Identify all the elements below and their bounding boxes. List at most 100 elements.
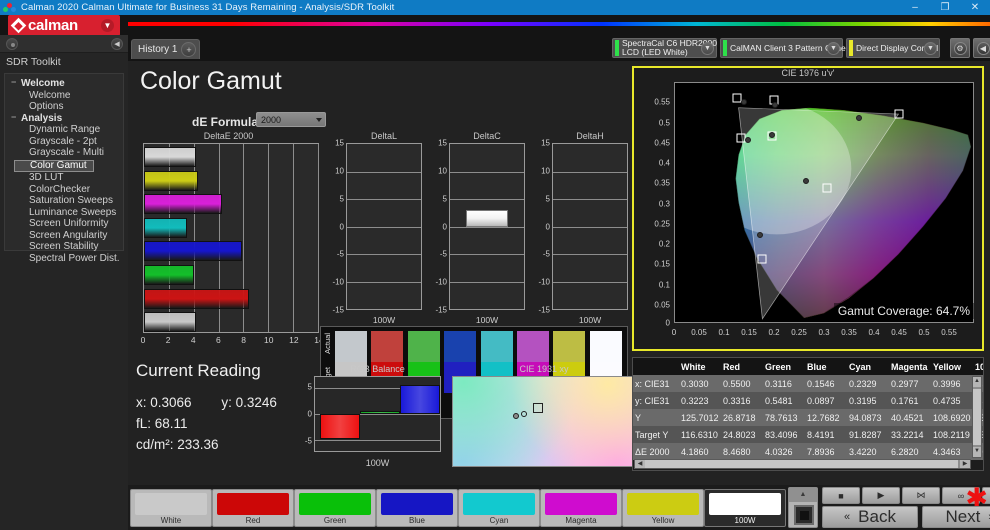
- back-button[interactable]: « Back: [822, 506, 918, 528]
- x-tick-label: 0.25: [791, 328, 807, 337]
- chevron-down-icon[interactable]: ▼: [701, 42, 714, 55]
- color-patch-yellow[interactable]: Yellow: [622, 489, 704, 527]
- sidebar-item-grayscale-2pt[interactable]: Grayscale - 2pt: [5, 136, 123, 148]
- next-button[interactable]: Next »: [922, 506, 990, 528]
- close-button[interactable]: ✕: [960, 0, 990, 15]
- color-patch-green[interactable]: Green: [294, 489, 376, 527]
- table-cell: 83.4096: [765, 429, 798, 440]
- sidebar-item-dynamic-range[interactable]: Dynamic Range: [5, 124, 123, 136]
- rgb-balance-x-label: 100W: [365, 458, 390, 468]
- sidebar-item-options[interactable]: Options: [5, 101, 123, 113]
- x-tick-label: 0.45: [891, 328, 907, 337]
- maximize-button[interactable]: ❐: [930, 0, 960, 15]
- gridline: [315, 440, 440, 442]
- nav-back-button[interactable]: ◀: [973, 38, 990, 58]
- settings-button[interactable]: ⚙: [950, 38, 970, 58]
- table-column-header: Green: [763, 358, 805, 375]
- cie-1931-plot[interactable]: [452, 376, 636, 467]
- table-horizontal-scrollbar[interactable]: ◀ ▶: [634, 459, 971, 469]
- chevron-down-icon[interactable]: ▼: [827, 42, 840, 55]
- table-cell: 8.4191: [807, 429, 835, 440]
- y-tick-label: -10: [332, 277, 344, 287]
- meter-selector-button[interactable]: SpectraCal C6 HDR2000 LCD (LED White) ▼: [612, 38, 717, 58]
- rgb-balance-plot: [314, 376, 441, 452]
- scroll-up-icon[interactable]: ▲: [973, 377, 981, 387]
- y-tick-label: 5: [307, 382, 312, 392]
- color-patch-cyan[interactable]: Cyan: [458, 489, 540, 527]
- patch-swatch: [463, 493, 535, 515]
- sidebar-item-color-gamut[interactable]: Color Gamut: [14, 159, 94, 172]
- generator-selector-button[interactable]: CalMAN Client 3 Pattern Generator ▼: [720, 38, 863, 58]
- sidebar-item-screen-stability[interactable]: Screen Stability: [5, 241, 123, 253]
- de-formula-select[interactable]: 2000: [256, 112, 326, 127]
- y-tick-label: 0.35: [654, 178, 670, 188]
- sidebar-item-welcome[interactable]: Welcome: [5, 90, 123, 102]
- sidebar-group-analysis[interactable]: Analysis: [5, 112, 123, 125]
- add-tab-icon[interactable]: +: [181, 42, 197, 57]
- table-cell: 0.3316: [723, 395, 751, 406]
- y-tick-label: -5: [304, 436, 312, 446]
- table-row[interactable]: Target Y 116.6310 24.8023 83.4096 8.4191 91.8…: [633, 426, 983, 443]
- y-tick-label: 0.25: [654, 219, 670, 229]
- cie-chromaticity-diagram: [735, 107, 972, 320]
- display-control-selector-button[interactable]: Direct Display Control ▼: [846, 38, 940, 58]
- table-cell: 6.2820: [891, 446, 919, 457]
- y-tick-label: -15: [435, 305, 447, 315]
- minimize-button[interactable]: –: [900, 0, 930, 15]
- current-reading-y: y: 0.3246: [221, 395, 277, 410]
- sidebar-collapse-icon[interactable]: ◀: [111, 38, 123, 50]
- x-tick-label: 6: [216, 335, 221, 345]
- table-cell: 0.3030: [681, 378, 709, 389]
- y-tick-label: 5: [545, 194, 550, 204]
- scroll-left-icon[interactable]: ◀: [635, 460, 645, 468]
- sidebar-item-grayscale-multi[interactable]: Grayscale - Multi: [5, 147, 123, 159]
- play-button[interactable]: ▶: [862, 487, 900, 504]
- patch-label: Magenta: [565, 516, 597, 525]
- pattern-square-icon[interactable]: [794, 505, 814, 525]
- scroll-right-icon[interactable]: ▶: [960, 460, 970, 468]
- table-row[interactable]: Y 125.7012 26.8718 78.7613 12.7682 94.0873 40.…: [633, 409, 983, 426]
- table-cell: 78.7613: [765, 412, 798, 423]
- sidebar-item-colorchecker[interactable]: ColorChecker: [5, 184, 123, 196]
- cie-1976-plot[interactable]: [674, 82, 974, 323]
- sidebar-home-icon[interactable]: [6, 38, 18, 50]
- patch-swatch: [217, 493, 289, 515]
- pattern-up-icon[interactable]: ▲: [789, 488, 817, 502]
- save-button[interactable]: ⋈: [902, 487, 940, 504]
- sidebar-group-welcome[interactable]: Welcome: [5, 77, 123, 90]
- y-tick-label: 0.45: [654, 138, 670, 148]
- gridline: [553, 199, 627, 200]
- table-row[interactable]: y: CIE31 0.3223 0.3316 0.5481 0.0897 0.3195 0.…: [633, 392, 983, 409]
- calman-logo-button[interactable]: calman ▼: [8, 15, 120, 36]
- color-patch-red[interactable]: Red: [212, 489, 294, 527]
- table-row[interactable]: ΔE 2000 4.1860 8.4680 4.0326 7.8936 3.4220 6.2…: [633, 443, 983, 460]
- sidebar-item-3d-lut[interactable]: 3D LUT: [5, 172, 123, 184]
- gridline: [450, 226, 524, 228]
- sidebar-item-screen-uniformity[interactable]: Screen Uniformity: [5, 218, 123, 230]
- sidebar-item-screen-angularity[interactable]: Screen Angularity: [5, 230, 123, 242]
- table-column-header: Magenta: [889, 358, 931, 375]
- scroll-down-icon[interactable]: ▼: [973, 447, 981, 457]
- cie-1976-chart: CIE 1976 u'v' Gamut Coverage: 64.7% 0.05…: [632, 66, 984, 351]
- sidebar-item-saturation-sweeps[interactable]: Saturation Sweeps: [5, 195, 123, 207]
- chevron-down-icon[interactable]: ▼: [101, 19, 114, 32]
- brand-name: calman: [28, 17, 78, 34]
- color-patch-magenta[interactable]: Magenta: [540, 489, 622, 527]
- table-body: x: CIE31 0.3030 0.5500 0.3116 0.1546 0.2329 0.…: [633, 375, 983, 460]
- table-vertical-scrollbar[interactable]: ▲ ▼: [972, 376, 982, 458]
- table-row[interactable]: x: CIE31 0.3030 0.5500 0.3116 0.1546 0.2329 0.…: [633, 375, 983, 392]
- vscroll-thumb[interactable]: [973, 389, 981, 445]
- stop-button[interactable]: ■: [822, 487, 860, 504]
- hscroll-thumb[interactable]: [645, 460, 958, 468]
- y-tick-label: 0: [339, 222, 344, 231]
- sidebar-item-luminance-sweeps[interactable]: Luminance Sweeps: [5, 207, 123, 219]
- color-patch-100w[interactable]: 100W: [704, 489, 786, 527]
- stop-icon: ■: [838, 490, 844, 501]
- chevron-down-icon[interactable]: ▼: [924, 42, 937, 55]
- color-patch-blue[interactable]: Blue: [376, 489, 458, 527]
- sidebar-item-spectral-power-dist[interactable]: Spectral Power Dist.: [5, 253, 123, 265]
- rgb-balance-bar: [320, 414, 360, 440]
- color-patch-white[interactable]: White: [130, 489, 212, 527]
- tab-history-1[interactable]: History 1 +: [131, 39, 201, 59]
- pattern-window-button[interactable]: ▲: [788, 487, 818, 528]
